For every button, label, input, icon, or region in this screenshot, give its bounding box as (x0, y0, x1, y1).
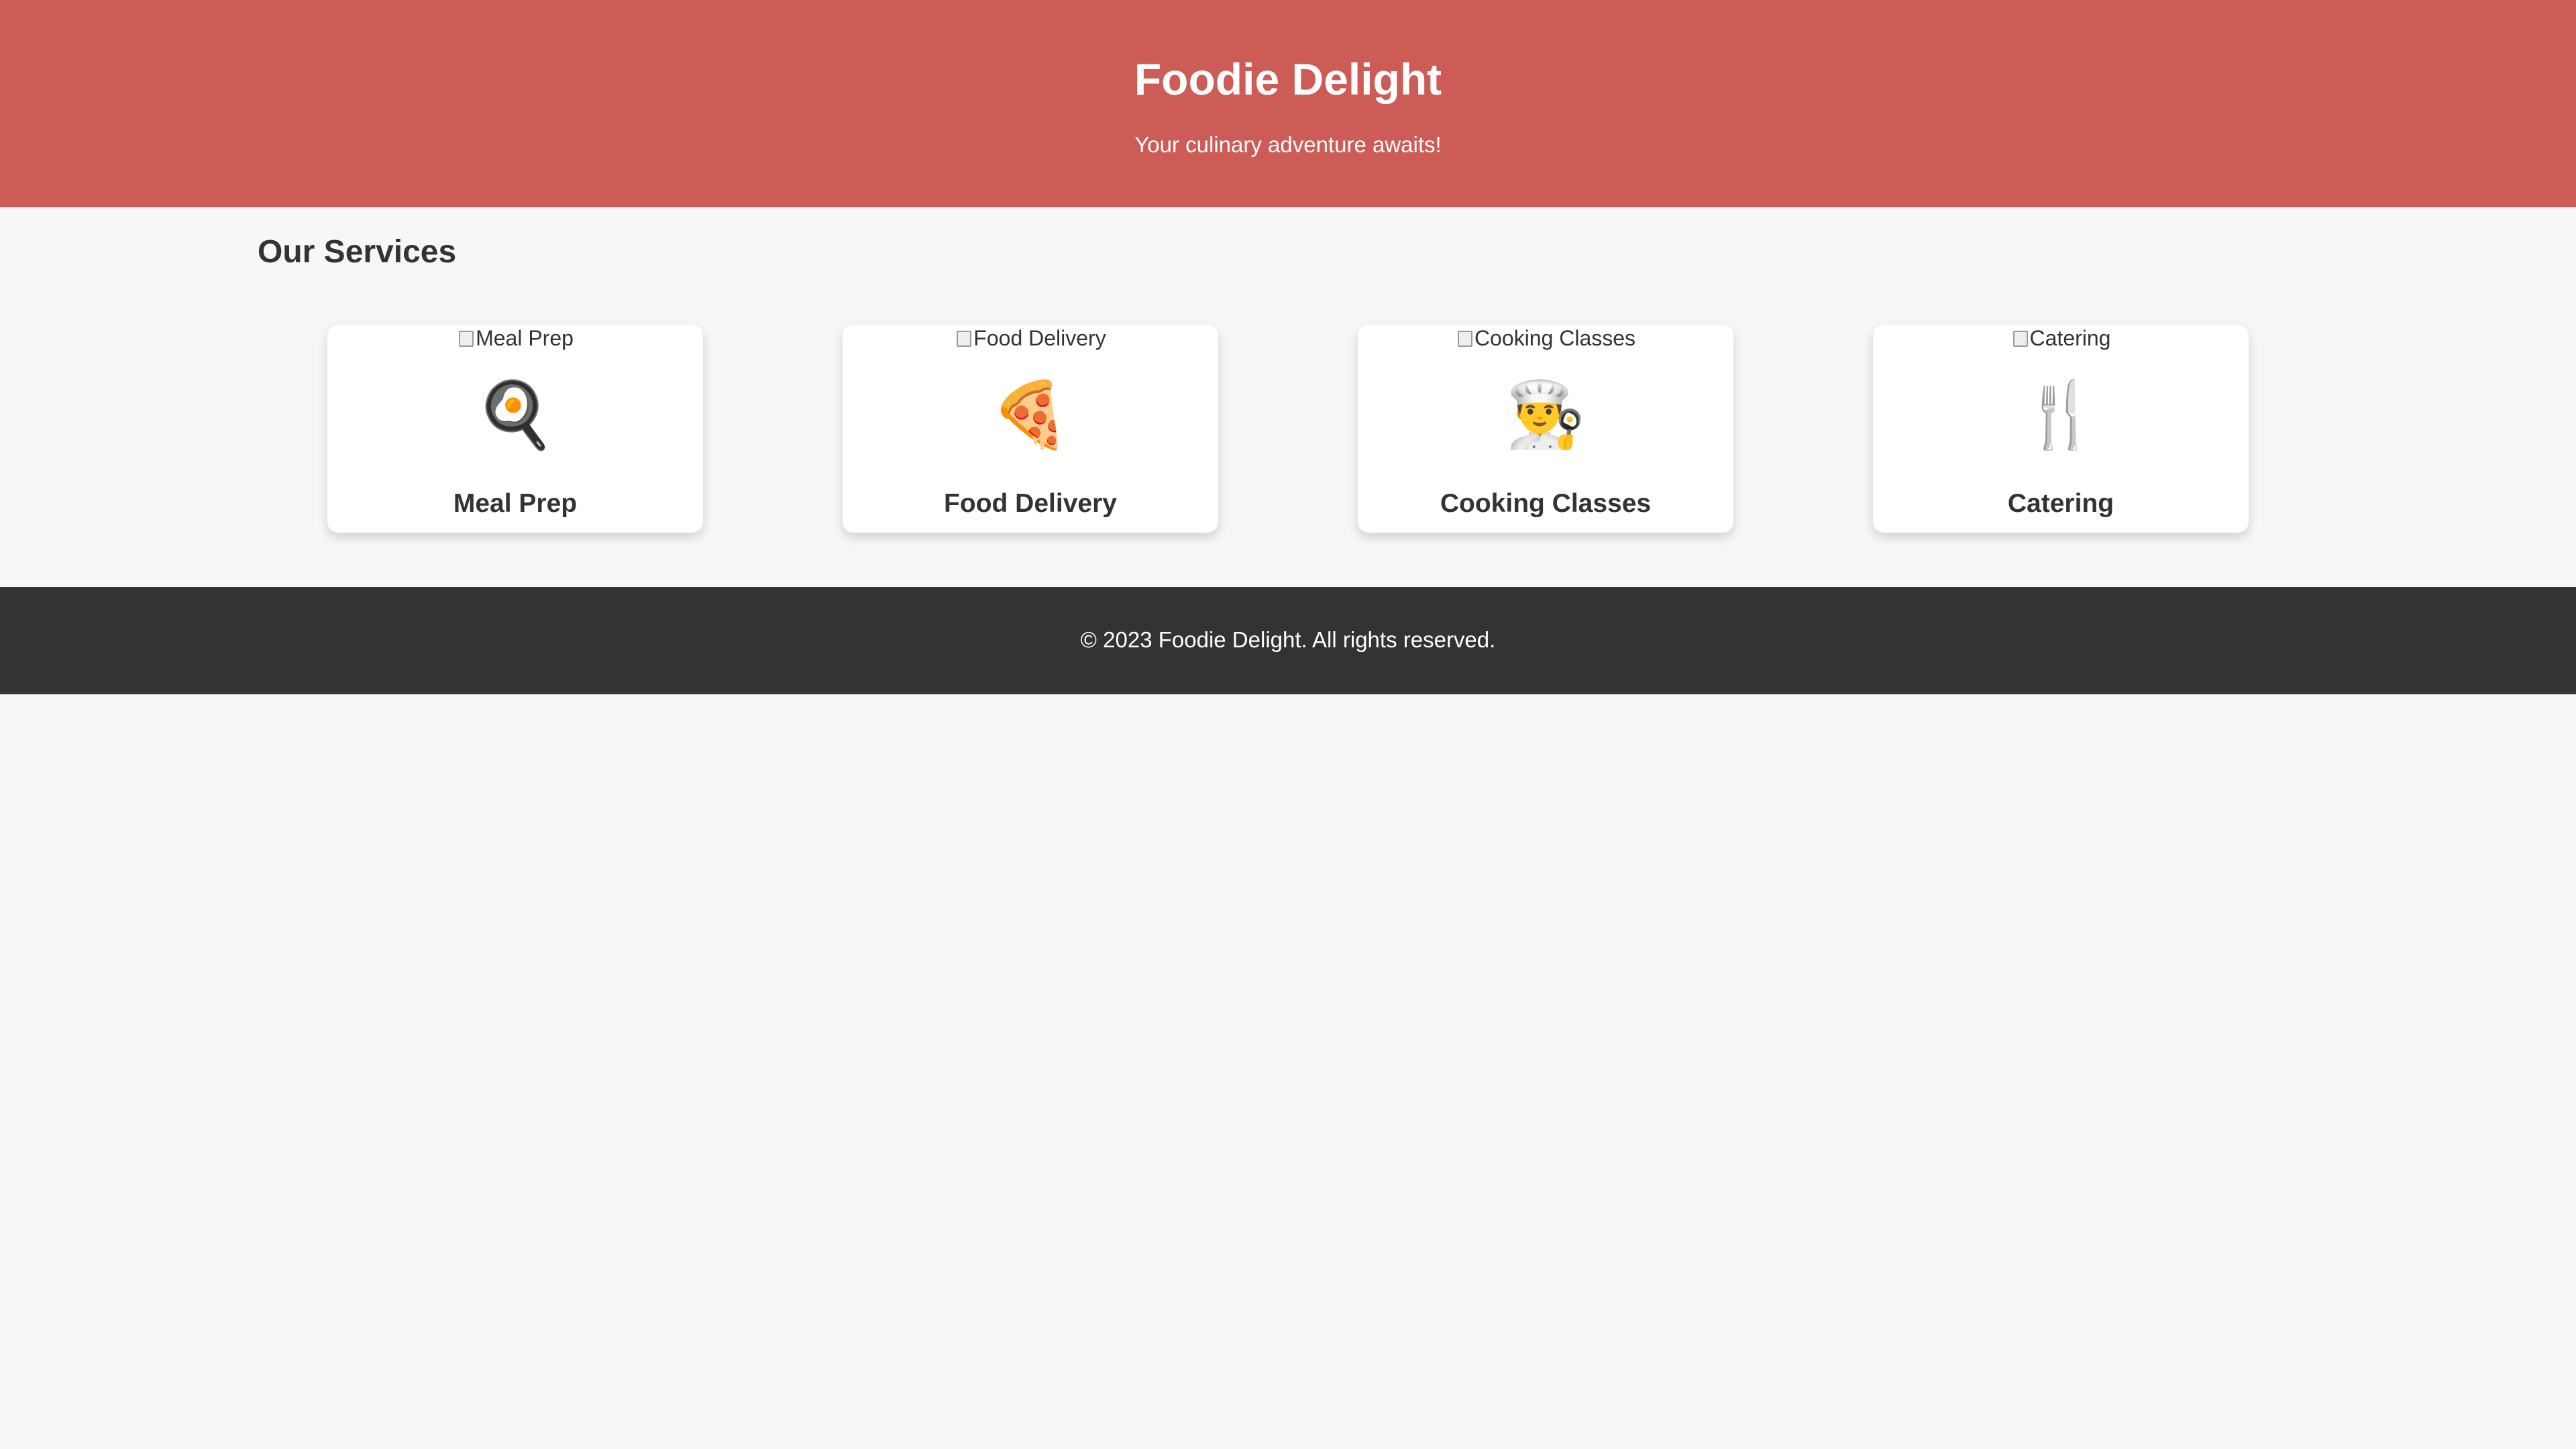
service-image-catering: Catering (1873, 325, 2249, 352)
service-card-meal-prep[interactable]: Meal Prep 🍳 Meal Prep (327, 325, 703, 533)
fork-knife-icon: 🍴 (2021, 379, 2101, 451)
site-footer: © 2023 Foodie Delight. All rights reserv… (0, 587, 2576, 694)
service-image-cooking-classes: Cooking Classes (1358, 325, 1733, 352)
frying-pan-icon: 🍳 (475, 379, 555, 451)
site-header: Foodie Delight Your culinary adventure a… (0, 0, 2576, 207)
service-card-cooking-classes[interactable]: Cooking Classes 👨‍🍳 Cooking Classes (1358, 325, 1733, 533)
site-tagline: Your culinary adventure awaits! (1134, 132, 1442, 157)
broken-image-icon (2011, 328, 2029, 348)
service-image-alt: Cooking Classes (1474, 326, 1636, 350)
broken-image-icon (955, 328, 972, 348)
site-title: Foodie Delight (1134, 54, 1442, 104)
service-name: Cooking Classes (1440, 489, 1652, 518)
chef-icon: 👨‍🍳 (1505, 379, 1586, 451)
service-image-alt: Food Delivery (973, 326, 1106, 350)
service-image-meal-prep: Meal Prep (327, 325, 703, 352)
services-heading: Our Services (258, 234, 457, 270)
service-name: Catering (2007, 489, 2114, 518)
service-image-food-delivery: Food Delivery (843, 325, 1218, 352)
service-image-alt: Catering (2029, 326, 2111, 350)
service-name: Food Delivery (944, 489, 1117, 518)
service-card-catering[interactable]: Catering 🍴 Catering (1873, 325, 2249, 533)
service-image-alt: Meal Prep (476, 326, 574, 350)
pizza-icon: 🍕 (990, 379, 1071, 451)
copyright-text: © 2023 Foodie Delight. All rights reserv… (1080, 627, 1496, 652)
broken-image-icon (1456, 328, 1473, 348)
broken-image-icon (457, 328, 474, 348)
service-card-food-delivery[interactable]: Food Delivery 🍕 Food Delivery (843, 325, 1218, 533)
service-name: Meal Prep (453, 489, 578, 518)
